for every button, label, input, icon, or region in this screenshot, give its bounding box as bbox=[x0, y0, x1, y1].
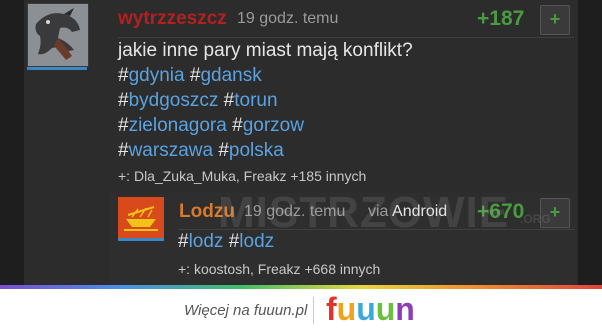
tag-link[interactable]: #torun bbox=[224, 90, 278, 111]
tag-link[interactable]: #bydgoszcz bbox=[118, 90, 218, 111]
brand-letter: u bbox=[375, 291, 396, 327]
comment-body: jakie inne pary miast mają konflikt? #gd… bbox=[118, 38, 413, 163]
comment-username[interactable]: wytrzzeszcz bbox=[118, 8, 227, 30]
watermark: MISTRZOWIE bbox=[218, 188, 510, 237]
tag-link[interactable]: #zielonagora bbox=[118, 115, 227, 136]
upvote-button[interactable]: + bbox=[540, 5, 570, 35]
brand-letter: u bbox=[356, 291, 376, 327]
avatar-underline bbox=[118, 238, 164, 241]
tag-link[interactable]: #gorzow bbox=[232, 115, 304, 136]
voters-list[interactable]: +: Dla_Zuka_Muka, Freakz +185 innych bbox=[118, 168, 366, 184]
brand-letter: n bbox=[395, 291, 415, 327]
tag-line: #zielonagora #gorzow bbox=[118, 113, 413, 138]
creature-avatar-icon bbox=[28, 4, 88, 66]
more-link[interactable]: Więcej na fuuun.pl bbox=[184, 302, 307, 319]
tag-link[interactable]: #polska bbox=[218, 140, 284, 161]
brand-logo[interactable]: fuuun bbox=[326, 291, 415, 328]
tag-line: #bydgoszcz #torun bbox=[118, 88, 413, 113]
reply-avatar[interactable] bbox=[118, 197, 164, 241]
brand-letter: u bbox=[336, 291, 357, 327]
avatar[interactable] bbox=[27, 3, 89, 67]
comment-score: +187 bbox=[477, 7, 525, 30]
tag-link[interactable]: #lodz bbox=[178, 231, 223, 252]
comment-text: jakie inne pary miast mają konflikt? bbox=[118, 40, 413, 61]
tag-link[interactable]: #gdansk bbox=[190, 65, 262, 86]
tag-link[interactable]: #gdynia bbox=[118, 65, 185, 86]
reply-voters-list[interactable]: +: koostosh, Freakz +668 innych bbox=[178, 261, 380, 277]
avatar-underline bbox=[27, 67, 87, 70]
tag-line: #warszawa #polska bbox=[118, 138, 413, 163]
boat-emblem-icon bbox=[118, 197, 164, 241]
tag-line: #gdynia #gdansk bbox=[118, 63, 413, 88]
tag-link[interactable]: #warszawa bbox=[118, 140, 213, 161]
watermark-suffix: .ORG bbox=[520, 212, 551, 226]
brand-letter: f bbox=[326, 291, 337, 327]
footer-divider bbox=[313, 297, 314, 324]
comment-timestamp[interactable]: 19 godz. temu bbox=[237, 10, 338, 28]
